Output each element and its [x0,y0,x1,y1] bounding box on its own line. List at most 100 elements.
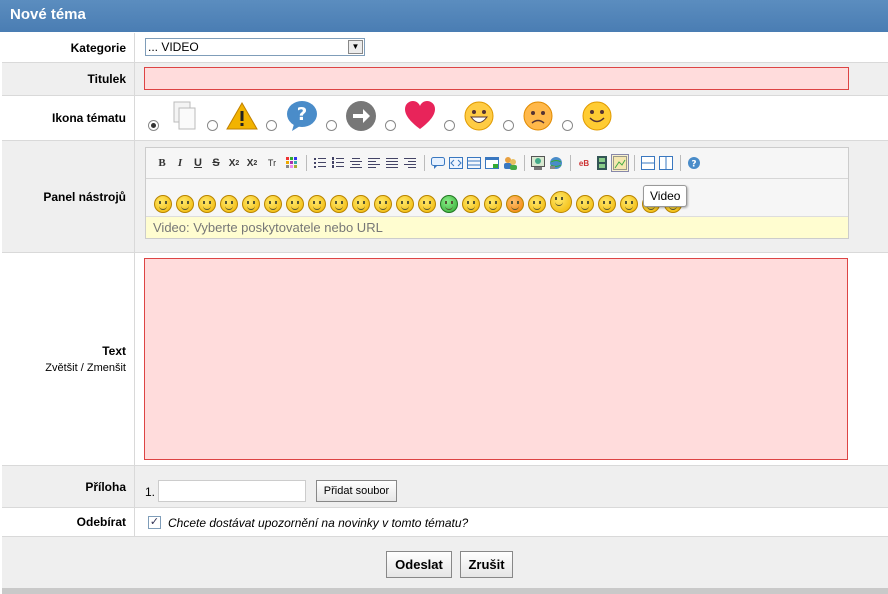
video-icon[interactable] [611,154,629,172]
kategorie-select[interactable]: ... VIDEO ▼ [145,38,365,56]
smiley-sad-icon[interactable] [506,195,524,213]
attachment-file-input[interactable] [158,480,306,502]
ikona-label: Ikona tématu [2,96,135,140]
image-icon[interactable] [530,155,546,171]
submit-button[interactable]: Odeslat [386,551,452,578]
smiley-shocked-icon[interactable] [352,195,370,213]
align-left-icon[interactable] [366,155,382,171]
text-label-cell: Text Zvětšit / Zmenšit [2,253,135,465]
toolbar-separator [306,155,307,171]
smiley-tongue-icon[interactable] [286,195,304,213]
actions-bar: Odeslat Zrušit [2,537,888,588]
toolbar-separator [570,155,571,171]
numbered-list-icon[interactable] [330,155,346,171]
icon-radio-1[interactable] [207,120,218,131]
text-area[interactable] [144,258,848,460]
ebay-icon[interactable]: eB [576,155,592,171]
bold-button[interactable]: B [154,155,170,171]
underline-button[interactable]: U [190,155,206,171]
heart-icon[interactable] [404,100,436,132]
code-icon[interactable] [448,155,464,171]
panel-label: Panel nástrojů [2,141,135,252]
zoom-separator: / [80,362,84,374]
smiley-big-grin-icon[interactable] [550,191,572,213]
insert-window-icon[interactable] [484,155,500,171]
video-tooltip: Video [643,185,688,207]
smiley-sick-icon[interactable] [440,195,458,213]
strikethrough-button[interactable]: S [208,155,224,171]
icon-radio-0[interactable] [148,120,159,131]
smiley-worried-icon[interactable] [176,195,194,213]
smiley-happy-icon[interactable] [242,195,260,213]
smiley-eyes-icon[interactable] [484,195,502,213]
row-priloha: Příloha 1. Přidat soubor [2,466,888,508]
split-horizontal-icon[interactable] [640,155,656,171]
icon-radio-6[interactable] [503,120,514,131]
smiley-laugh-icon[interactable] [418,195,436,213]
smiley-grin-icon[interactable] [220,195,238,213]
document-icon[interactable] [168,100,200,132]
text-label: Text [102,344,126,358]
attachment-index: 1. [145,485,156,499]
icon-radio-2[interactable] [266,120,277,131]
subscribe-checkbox[interactable]: ✓ [148,516,161,529]
format-toolbar-row: B I U S X2 X2 Tr eB ? [146,148,848,178]
sad-face-icon[interactable] [522,100,554,132]
video-url-hint: Video: Vyberte poskytovatele nebo URL [146,216,848,238]
icon-radio-5[interactable] [444,120,455,131]
icon-radio-7[interactable] [562,120,573,131]
smiley-hidden-icon[interactable] [620,195,638,213]
web-link-icon[interactable] [548,155,564,171]
svg-text:?: ? [691,160,696,170]
titulek-label: Titulek [2,63,135,95]
split-vertical-icon[interactable] [658,155,674,171]
font-size-button[interactable]: Tr [264,155,280,171]
smiley-surprised-icon[interactable] [374,195,392,213]
color-grid-icon[interactable] [284,155,300,171]
align-center-icon[interactable] [348,155,364,171]
italic-button[interactable]: I [172,155,188,171]
smile-face-icon[interactable] [581,100,613,132]
table-icon[interactable] [466,155,482,171]
smiley-toolbar-row [146,188,848,218]
warning-icon[interactable] [226,100,258,132]
subscribe-text: Chcete dostávat upozornění na novinky v … [168,516,469,530]
cancel-button[interactable]: Zrušit [460,551,513,578]
add-file-button[interactable]: Přidat soubor [316,480,397,502]
arrow-right-icon[interactable] [345,100,377,132]
toolbar-divider [146,178,848,179]
smiley-neutral-icon[interactable] [598,195,616,213]
page-title: Nové téma [0,0,888,32]
smiley-smile-icon[interactable] [198,195,216,213]
help-icon[interactable]: ? [686,155,702,171]
smiley-evil-icon[interactable] [330,195,348,213]
align-justify-icon[interactable] [384,155,400,171]
icon-radio-3[interactable] [326,120,337,131]
row-titulek: Titulek [2,63,888,96]
row-text: Text Zvětšit / Zmenšit [2,253,888,466]
users-icon[interactable] [502,155,518,171]
zoom-in-link[interactable]: Zvětšit [45,362,77,374]
titulek-input[interactable] [144,67,849,90]
smiley-wink-icon[interactable] [264,195,282,213]
smiley-cool-icon[interactable] [154,195,172,213]
smiley-kiss-icon[interactable] [528,195,546,213]
zoom-out-link[interactable]: Zmenšit [87,362,126,374]
editor-toolbar: B I U S X2 X2 Tr eB ? Video Video: Vyber… [145,147,849,239]
icon-radio-4[interactable] [385,120,396,131]
film-icon[interactable] [594,155,610,171]
priloha-label: Příloha [2,466,135,507]
smiley-equal-icon[interactable] [576,195,594,213]
happy-face-icon[interactable] [463,100,495,132]
quote-icon[interactable] [430,155,446,171]
subscript-button[interactable]: X2 [226,155,242,171]
smiley-blush-icon[interactable] [462,195,480,213]
chevron-down-icon[interactable]: ▼ [348,40,363,54]
kategorie-select-value: ... VIDEO [148,40,199,54]
smiley-confused-icon[interactable] [396,195,414,213]
align-right-icon[interactable] [402,155,418,171]
smiley-angry-icon[interactable] [308,195,326,213]
bullet-list-icon[interactable] [312,155,328,171]
question-icon[interactable]: ? [286,100,318,132]
superscript-button[interactable]: X2 [244,155,260,171]
